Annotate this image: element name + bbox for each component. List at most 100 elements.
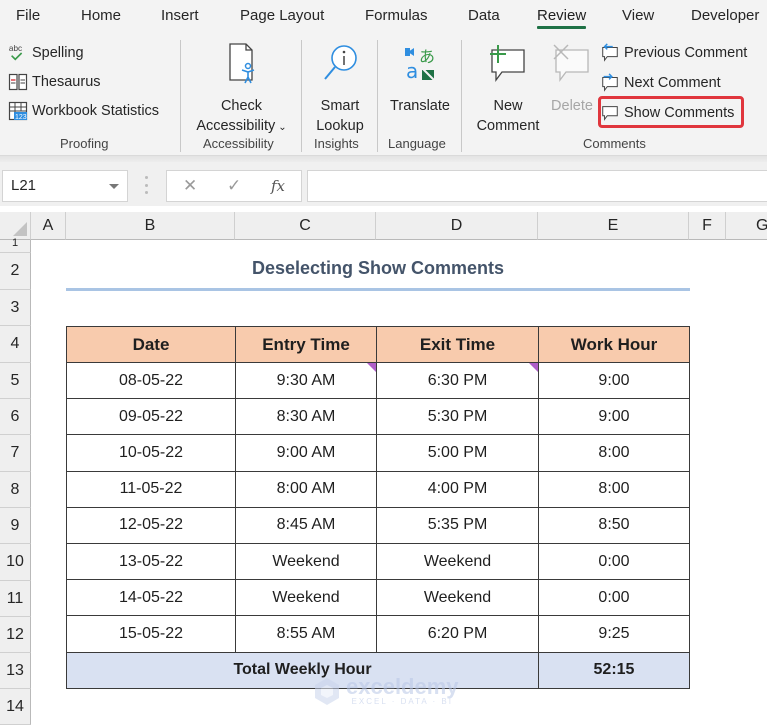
cell-work-hour[interactable]: 0:00 (538, 542, 690, 581)
enter-icon[interactable]: ✓ (227, 176, 241, 196)
workbook-statistics-button[interactable]: 123 Workbook Statistics (8, 100, 159, 122)
row-header-13[interactable]: 13 (0, 653, 31, 689)
cell-work-hour[interactable]: 8:00 (538, 470, 690, 508)
spelling-button[interactable]: abc Spelling (8, 42, 84, 64)
comment-indicator-icon[interactable] (529, 363, 538, 372)
tab-page-layout[interactable]: Page Layout (240, 7, 324, 24)
name-box-dropdown-icon[interactable] (109, 184, 119, 189)
row-header-8[interactable]: 8 (0, 472, 31, 508)
previous-comment-button[interactable]: Previous Comment (600, 42, 747, 64)
row-header-1[interactable]: 1 (0, 238, 31, 253)
row-header-11[interactable]: 11 (0, 581, 31, 617)
tab-developer[interactable]: Developer (691, 7, 759, 24)
column-header-f[interactable]: F (689, 212, 726, 240)
row-header-14[interactable]: 14 (0, 689, 31, 725)
row-header-9[interactable]: 9 (0, 508, 31, 544)
total-label[interactable]: Total Weekly Hour (66, 651, 539, 689)
column-header-e[interactable]: E (538, 212, 689, 240)
cell-entry-time[interactable]: Weekend (235, 579, 377, 617)
check-accessibility-button[interactable]: Check Accessibility ⌄ (190, 42, 293, 138)
cell-date[interactable]: 08-05-22 (66, 361, 236, 400)
header-exit-time[interactable]: Exit Time (376, 326, 539, 363)
cell-date[interactable]: 09-05-22 (66, 398, 236, 436)
insert-function-icon[interactable]: fx (271, 177, 285, 195)
formula-bar: L21 ✕ ✓ fx (0, 162, 767, 206)
cell-date[interactable]: 13-05-22 (66, 542, 236, 581)
next-comment-button[interactable]: Next Comment (600, 72, 721, 94)
cell-exit-time[interactable]: 5:00 PM (376, 434, 539, 472)
cell-entry-time[interactable]: Weekend (235, 542, 377, 581)
cell-exit-time[interactable]: 6:30 PM (376, 361, 539, 400)
tab-home[interactable]: Home (81, 7, 121, 24)
header-date[interactable]: Date (66, 326, 236, 363)
cell-entry-time[interactable]: 8:00 AM (235, 470, 377, 508)
select-all-button[interactable] (0, 212, 31, 240)
new-comment-button[interactable]: New Comment (470, 42, 546, 136)
cell-date[interactable]: 15-05-22 (66, 615, 236, 653)
row-header-5[interactable]: 5 (0, 363, 31, 399)
row-header-2[interactable]: 2 (0, 253, 31, 290)
column-header-c[interactable]: C (235, 212, 376, 240)
column-header-a[interactable]: A (31, 212, 66, 240)
cell-work-hour[interactable]: 9:00 (538, 361, 690, 400)
header-work-hour[interactable]: Work Hour (538, 326, 690, 363)
column-header-b[interactable]: B (66, 212, 235, 240)
name-box[interactable]: L21 (2, 170, 128, 202)
cell-entry-time[interactable]: 8:45 AM (235, 506, 377, 544)
tab-review[interactable]: Review (537, 7, 587, 29)
cell-exit-time[interactable]: Weekend (376, 579, 539, 617)
cell-work-hour[interactable]: 9:25 (538, 615, 690, 653)
tab-formulas[interactable]: Formulas (365, 7, 428, 24)
smart-lookup-button[interactable]: Smart Lookup (308, 42, 372, 136)
row-header-12[interactable]: 12 (0, 617, 31, 653)
cancel-icon[interactable]: ✕ (183, 176, 197, 196)
thesaurus-icon (8, 72, 28, 92)
cell-exit-time[interactable]: 4:00 PM (376, 470, 539, 508)
cell-entry-time[interactable]: 9:00 AM (235, 434, 377, 472)
cell-entry-time[interactable]: 8:30 AM (235, 398, 377, 436)
cell-work-hour[interactable]: 8:00 (538, 434, 690, 472)
thesaurus-button[interactable]: Thesaurus (8, 71, 101, 93)
total-value[interactable]: 52:15 (538, 651, 690, 689)
row-header-3[interactable]: 3 (0, 290, 31, 326)
tab-file[interactable]: File (16, 7, 40, 24)
comment-indicator-icon[interactable] (367, 363, 376, 372)
workbook-statistics-label: Workbook Statistics (32, 103, 160, 119)
cell-work-hour[interactable]: 0:00 (538, 579, 690, 617)
name-box-value: L21 (11, 177, 37, 194)
cell-exit-time[interactable]: 5:35 PM (376, 506, 539, 544)
cell-date[interactable]: 14-05-22 (66, 579, 236, 617)
row-header-10[interactable]: 10 (0, 544, 31, 581)
new-comment-line1: New (493, 98, 523, 114)
cell-exit-time[interactable]: 5:30 PM (376, 398, 539, 436)
cell-exit-time[interactable]: Weekend (376, 542, 539, 581)
cell-date[interactable]: 12-05-22 (66, 506, 236, 544)
cell-work-hour[interactable]: 8:50 (538, 506, 690, 544)
cell-date[interactable]: 10-05-22 (66, 434, 236, 472)
delete-comment-button[interactable]: Delete (546, 42, 598, 116)
tab-insert[interactable]: Insert (161, 7, 199, 24)
workbook-statistics-icon: 123 (8, 101, 28, 121)
sheet-title[interactable]: Deselecting Show Comments (66, 258, 690, 279)
check-accessibility-icon (190, 42, 293, 92)
table-row: 14-05-22 Weekend Weekend 0:00 (66, 579, 690, 617)
next-comment-label: Next Comment (624, 75, 721, 91)
column-header-g[interactable]: G (726, 212, 767, 240)
formula-input[interactable] (307, 170, 767, 202)
cell-exit-time[interactable]: 6:20 PM (376, 615, 539, 653)
formula-bar-grip-icon[interactable] (145, 176, 148, 194)
row-header-4[interactable]: 4 (0, 326, 31, 363)
translate-button[interactable]: a あ Translate (386, 42, 454, 116)
row-header-6[interactable]: 6 (0, 399, 31, 435)
previous-comment-icon (600, 43, 620, 63)
tab-data[interactable]: Data (468, 7, 500, 24)
row-header-7[interactable]: 7 (0, 435, 31, 472)
cell-date[interactable]: 11-05-22 (66, 470, 236, 508)
group-separator (377, 40, 378, 152)
cell-entry-time[interactable]: 8:55 AM (235, 615, 377, 653)
column-header-d[interactable]: D (376, 212, 538, 240)
cell-entry-time[interactable]: 9:30 AM (235, 361, 377, 400)
cell-work-hour[interactable]: 9:00 (538, 398, 690, 436)
tab-view[interactable]: View (622, 7, 654, 24)
header-entry-time[interactable]: Entry Time (235, 326, 377, 363)
